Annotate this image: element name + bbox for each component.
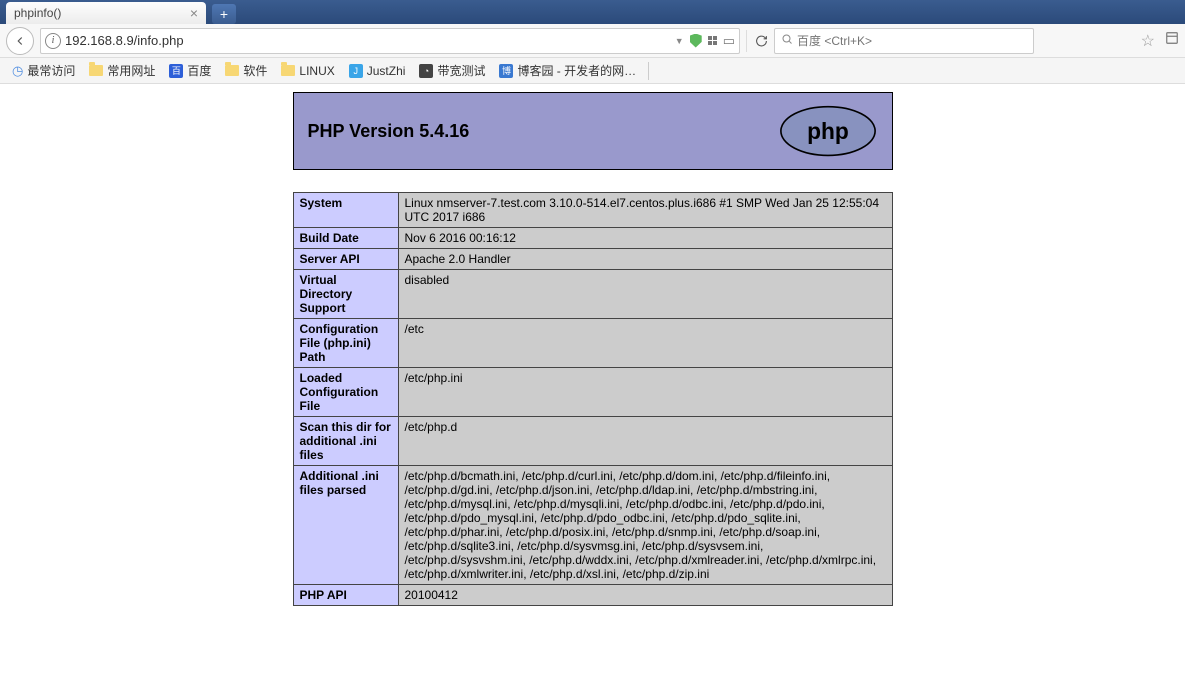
bookmark-speedtest[interactable]: ◔ 带宽测试 <box>413 59 491 82</box>
tab-bar: phpinfo() × + <box>0 0 1185 24</box>
search-icon <box>781 33 793 48</box>
info-value: Linux nmserver-7.test.com 3.10.0-514.el7… <box>398 193 892 228</box>
table-row: Loaded Configuration File/etc/php.ini <box>293 368 892 417</box>
bookmark-baidu[interactable]: 百 百度 <box>163 59 217 82</box>
table-row: Scan this dir for additional .ini files/… <box>293 417 892 466</box>
reader-icon[interactable]: ▭ <box>723 33 735 49</box>
table-row: Server APIApache 2.0 Handler <box>293 249 892 270</box>
info-value: disabled <box>398 270 892 319</box>
url-input[interactable] <box>65 33 671 48</box>
bookmark-bar: ◷ 最常访问 常用网址 百 百度 软件 LINUX J JustZhi ◔ 带宽… <box>0 58 1185 84</box>
bookmark-linux[interactable]: LINUX <box>275 61 340 81</box>
info-key: Scan this dir for additional .ini files <box>293 417 398 466</box>
bookmark-software[interactable]: 软件 <box>219 59 273 82</box>
folder-icon <box>225 65 239 76</box>
shield-icon[interactable] <box>690 34 702 48</box>
info-key: Server API <box>293 249 398 270</box>
phpinfo-header: PHP Version 5.4.16 php <box>293 92 893 170</box>
table-row: PHP API20100412 <box>293 585 892 606</box>
url-bar-icons: ▼ ▭ <box>675 33 735 49</box>
php-logo: php <box>778 105 878 157</box>
table-row: Build DateNov 6 2016 00:16:12 <box>293 228 892 249</box>
info-key: Loaded Configuration File <box>293 368 398 417</box>
info-key: Configuration File (php.ini) Path <box>293 319 398 368</box>
reload-button[interactable] <box>746 30 768 52</box>
bookmark-label: 常用网址 <box>107 62 155 79</box>
close-tab-icon[interactable]: × <box>190 5 198 21</box>
bookmark-label: 带宽测试 <box>437 62 485 79</box>
info-key: System <box>293 193 398 228</box>
bookmark-label: 百度 <box>187 62 211 79</box>
browser-tab[interactable]: phpinfo() × <box>6 2 206 24</box>
info-value: Nov 6 2016 00:16:12 <box>398 228 892 249</box>
table-row: SystemLinux nmserver-7.test.com 3.10.0-5… <box>293 193 892 228</box>
baidu-icon: 百 <box>169 64 183 78</box>
tab-title: phpinfo() <box>14 6 61 20</box>
cnblogs-icon: 博 <box>499 64 513 78</box>
nav-bar: i ▼ ▭ ☆ <box>0 24 1185 58</box>
back-button[interactable] <box>6 27 34 55</box>
new-tab-button[interactable]: + <box>212 4 236 24</box>
page-content: PHP Version 5.4.16 php SystemLinux nmser… <box>0 84 1185 682</box>
bookmark-frequent[interactable]: ◷ 最常访问 <box>6 59 81 82</box>
info-icon[interactable]: i <box>45 33 61 49</box>
table-row: Virtual Directory Supportdisabled <box>293 270 892 319</box>
info-value: /etc/php.d/bcmath.ini, /etc/php.d/curl.i… <box>398 466 892 585</box>
bookmark-label: 最常访问 <box>27 62 75 79</box>
php-version-title: PHP Version 5.4.16 <box>308 121 470 142</box>
search-input[interactable] <box>797 34 1027 48</box>
gauge-icon: ◔ <box>419 64 433 78</box>
bookmark-cnblogs[interactable]: 博 博客园 - 开发者的网… <box>493 59 642 82</box>
svg-text:php: php <box>807 118 849 144</box>
table-row: Additional .ini files parsed/etc/php.d/b… <box>293 466 892 585</box>
info-key: Build Date <box>293 228 398 249</box>
dropdown-caret-icon[interactable]: ▼ <box>675 36 684 46</box>
phpinfo-table: SystemLinux nmserver-7.test.com 3.10.0-5… <box>293 192 893 606</box>
arrow-left-icon <box>13 34 27 48</box>
qr-icon[interactable] <box>708 36 717 45</box>
url-bar[interactable]: i ▼ ▭ <box>40 28 740 54</box>
info-value: /etc <box>398 319 892 368</box>
info-key: PHP API <box>293 585 398 606</box>
folder-icon <box>89 65 103 76</box>
info-value: 20100412 <box>398 585 892 606</box>
bookmark-star-icon[interactable]: ☆ <box>1141 31 1155 51</box>
nav-right: ☆ <box>1141 31 1179 51</box>
bookmark-label: LINUX <box>299 64 334 78</box>
bookmark-label: 软件 <box>243 62 267 79</box>
bookmark-label: 博客园 - 开发者的网… <box>517 62 636 79</box>
bookmark-common-sites[interactable]: 常用网址 <box>83 59 161 82</box>
info-value: /etc/php.d <box>398 417 892 466</box>
info-value: /etc/php.ini <box>398 368 892 417</box>
bookmark-separator <box>648 62 649 80</box>
folder-icon <box>281 65 295 76</box>
search-bar[interactable] <box>774 28 1034 54</box>
sidebar-toggle-icon[interactable] <box>1165 31 1179 50</box>
reload-icon <box>755 34 768 48</box>
info-key: Additional .ini files parsed <box>293 466 398 585</box>
bookmark-label: JustZhi <box>367 64 406 78</box>
justzhi-icon: J <box>349 64 363 78</box>
info-value: Apache 2.0 Handler <box>398 249 892 270</box>
bookmark-justzhi[interactable]: J JustZhi <box>343 61 412 81</box>
table-row: Configuration File (php.ini) Path/etc <box>293 319 892 368</box>
info-key: Virtual Directory Support <box>293 270 398 319</box>
history-icon: ◷ <box>12 63 23 79</box>
phpinfo-container: PHP Version 5.4.16 php SystemLinux nmser… <box>293 92 893 606</box>
